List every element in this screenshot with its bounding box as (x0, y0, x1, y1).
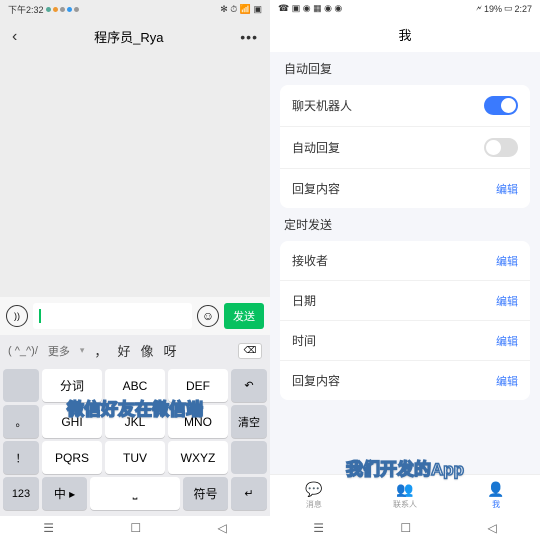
section-header: 定时发送 (270, 208, 540, 241)
row-reply-content[interactable]: 回复内容编辑 (280, 169, 530, 208)
chevron-down-icon[interactable]: ▾ (80, 345, 85, 356)
key-enter[interactable]: ↵ (231, 477, 267, 510)
person-icon: 👤 (487, 481, 504, 498)
key-symbol[interactable]: 符号 (183, 477, 228, 510)
suggest-word[interactable]: ， (94, 341, 107, 360)
chat-area[interactable] (0, 54, 270, 297)
key-clear[interactable]: 清空 (231, 405, 267, 438)
back-button[interactable]: ‹ (12, 28, 17, 46)
key-space[interactable]: ⎵ (90, 477, 180, 510)
home-icon[interactable]: ☐ (130, 521, 141, 535)
back-icon[interactable]: ◁ (218, 521, 227, 535)
key-lang[interactable]: 中 ▸ (42, 477, 87, 510)
key-undo[interactable]: ↶ (231, 369, 267, 402)
toggle-chatbot[interactable] (484, 96, 518, 115)
suggest-word[interactable]: 好 (117, 341, 130, 360)
row-date[interactable]: 日期编辑 (280, 281, 530, 321)
caption-overlay: 微信好友在微信端 (67, 395, 203, 420)
status-bar: ☎ ▣ ◉ ▦ ◉ ◉ 🗲19%▭ 2:27 (270, 0, 540, 17)
send-button[interactable]: 发送 (224, 303, 264, 329)
tab-messages[interactable]: 💬消息 (305, 481, 322, 510)
key-empty (231, 441, 267, 474)
suggest-bar: ( ^_^)/ 更多 ▾ ， 好 像 呀 ⌫ (0, 335, 270, 366)
input-bar: )) ☺ 发送 (0, 297, 270, 335)
recents-icon[interactable]: ☰ (313, 521, 324, 535)
status-icons: ☎ ▣ ◉ ▦ ◉ ◉ (278, 3, 342, 14)
recents-icon[interactable]: ☰ (43, 521, 54, 535)
auto-reply-card: 聊天机器人 自动回复 回复内容编辑 (280, 85, 530, 208)
suggest-word[interactable]: 像 (140, 341, 153, 360)
keyboard: 分词 ABC DEF ↶ 。 GHI JKL MNO 清空 ！ PQRS TUV… (0, 366, 270, 516)
status-icons: ✻ ⏱ 📶 ▣ (220, 4, 262, 15)
key-exclaim[interactable]: ！ (3, 441, 39, 474)
edit-link[interactable]: 编辑 (496, 373, 518, 389)
battery-icon: 🗲 (476, 3, 482, 14)
key-empty (3, 369, 39, 402)
battery-pct: 19% (484, 4, 502, 14)
key-wxyz[interactable]: WXYZ (168, 441, 228, 474)
key-pqrs[interactable]: PQRS (42, 441, 102, 474)
tab-bar: 💬消息 👥联系人 👤我 (270, 474, 540, 516)
system-nav: ☰ ☐ ◁ (0, 516, 270, 540)
backspace-icon[interactable]: ⌫ (238, 343, 262, 359)
status-time: 2:27 (514, 4, 532, 14)
home-icon[interactable]: ☐ (400, 521, 411, 535)
chat-title: 程序员_Rya (94, 27, 163, 46)
row-time[interactable]: 时间编辑 (280, 321, 530, 361)
caption-overlay: 我们开发的App (346, 455, 464, 480)
emoji-icon[interactable]: ☺ (197, 305, 219, 327)
row-autoreply: 自动回复 (280, 127, 530, 169)
tab-contacts[interactable]: 👥联系人 (393, 481, 417, 510)
row-content[interactable]: 回复内容编辑 (280, 361, 530, 400)
more-button[interactable]: ••• (240, 29, 258, 45)
key-123[interactable]: 123 (3, 477, 39, 510)
status-bar: 下午2:32 ✻ ⏱ 📶 ▣ (0, 0, 270, 19)
edit-link[interactable]: 编辑 (496, 253, 518, 269)
key-period[interactable]: 。 (3, 405, 39, 438)
suggest-word[interactable]: 呀 (163, 341, 176, 360)
toggle-autoreply[interactable] (484, 138, 518, 157)
contacts-icon: 👥 (396, 481, 413, 498)
section-header: 自动回复 (270, 52, 540, 85)
voice-icon[interactable]: )) (6, 305, 28, 327)
key-tuv[interactable]: TUV (105, 441, 165, 474)
scheduled-card: 接收者编辑 日期编辑 时间编辑 回复内容编辑 (280, 241, 530, 400)
row-chatbot: 聊天机器人 (280, 85, 530, 127)
edit-link[interactable]: 编辑 (496, 181, 518, 197)
status-dots (46, 7, 79, 12)
chat-icon: 💬 (305, 481, 322, 498)
preset-emoji[interactable]: ( ^_^)/ (8, 345, 38, 357)
system-nav: ☰ ☐ ◁ (270, 516, 540, 540)
status-time: 下午2:32 (8, 3, 44, 16)
tab-me[interactable]: 👤我 (487, 481, 504, 510)
row-recipient[interactable]: 接收者编辑 (280, 241, 530, 281)
edit-link[interactable]: 编辑 (496, 333, 518, 349)
edit-link[interactable]: 编辑 (496, 293, 518, 309)
text-input[interactable] (33, 303, 192, 329)
back-icon[interactable]: ◁ (488, 521, 497, 535)
more-presets[interactable]: 更多 (48, 343, 70, 359)
page-title: 我 (270, 17, 540, 52)
chat-navbar: ‹ 程序员_Rya ••• (0, 19, 270, 54)
